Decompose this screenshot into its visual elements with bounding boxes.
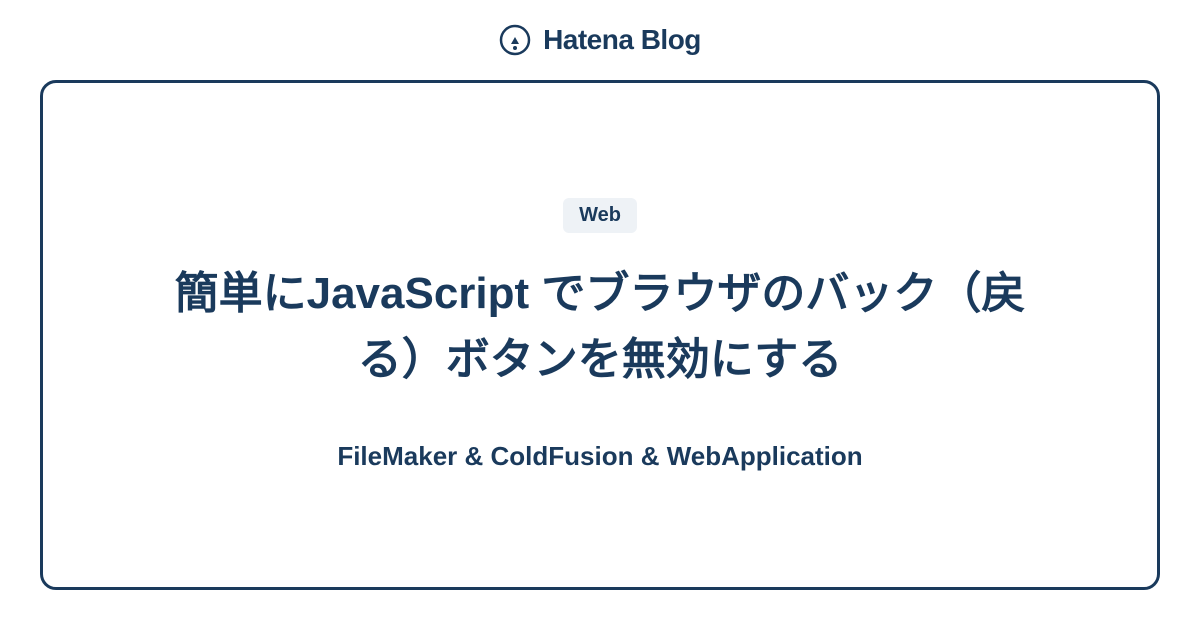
article-title: 簡単にJavaScript でブラウザのバック（戻る）ボタンを無効にする (160, 261, 1040, 393)
header: Hatena Blog (0, 0, 1200, 80)
brand-name: Hatena Blog (543, 24, 701, 56)
article-card: Web 簡単にJavaScript でブラウザのバック（戻る）ボタンを無効にする… (40, 80, 1160, 590)
category-badge: Web (563, 198, 637, 233)
hatena-logo-icon (499, 24, 531, 56)
blog-name: FileMaker & ColdFusion & WebApplication (337, 441, 862, 472)
